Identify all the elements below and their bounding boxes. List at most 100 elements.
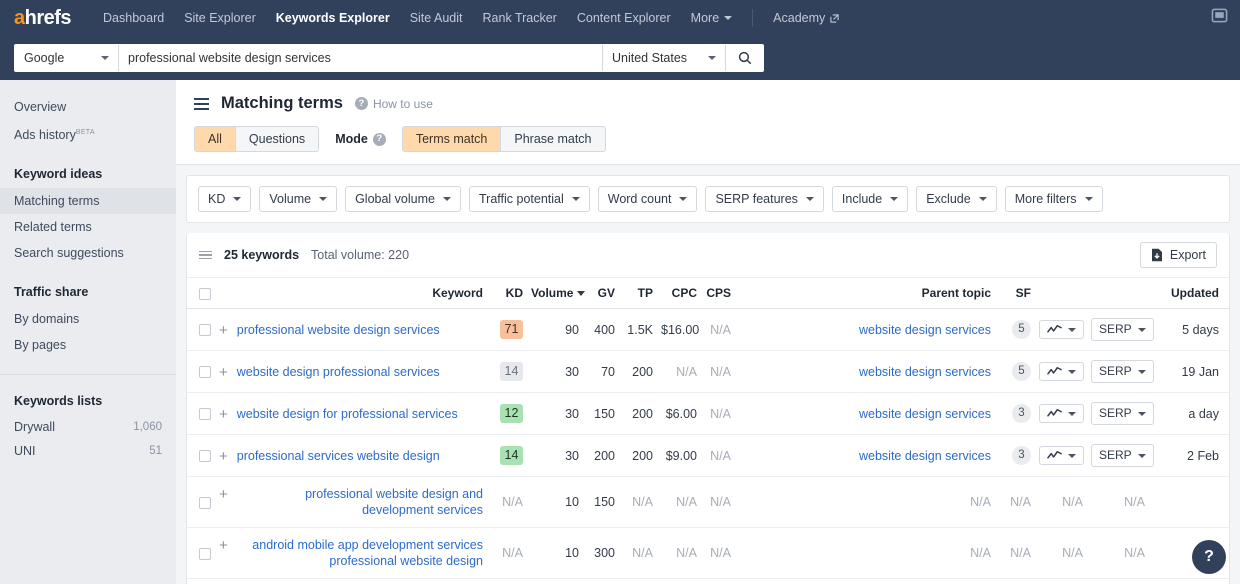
refresh-cell [1223,434,1229,477]
table-row[interactable]: + professional website design and develop… [187,476,1229,528]
table-row[interactable]: + android mobile app development services… [187,527,1229,579]
row-checkbox[interactable] [199,496,211,509]
export-button[interactable]: Export [1139,242,1217,268]
nav-link-dashboard[interactable]: Dashboard [93,11,174,25]
help-button[interactable]: ? [1192,540,1226,574]
col-updated[interactable]: Updated [1149,278,1223,309]
how-to-use-link[interactable]: ? How to use [354,97,433,111]
select-all-checkbox[interactable] [199,287,211,300]
col-parent-topic[interactable]: Parent topic [735,278,995,309]
serp-button[interactable]: SERP [1091,402,1154,425]
table-row[interactable]: + website design professional services 14 3… [187,350,1229,393]
nav-link-rank-tracker[interactable]: Rank Tracker [473,11,567,25]
filter-include[interactable]: Include [831,186,909,212]
filter-bar: KD Volume Global volume Traffic potentia… [186,175,1230,223]
col-tp[interactable]: TP [619,278,657,309]
filter-traffic-potential[interactable]: Traffic potential [468,186,590,212]
nav-link-content-explorer[interactable]: Content Explorer [567,11,681,25]
col-cps[interactable]: CPS [701,278,735,309]
filter-exclude[interactable]: Exclude [916,186,997,212]
add-keyword-icon[interactable]: + [219,487,228,502]
sidebar-item-related-terms[interactable]: Related terms [0,214,176,240]
parent-topic-link[interactable]: website design services [859,323,991,337]
mode-row: All Questions Mode ? Terms match Phrase … [194,126,1222,164]
col-cpc[interactable]: CPC [657,278,701,309]
sparkline-button[interactable] [1039,404,1084,423]
nav-link-site-explorer[interactable]: Site Explorer [174,11,266,25]
sidebar-item-matching-terms[interactable]: Matching terms [0,188,176,215]
tab-phrase-match[interactable]: Phrase match [501,127,605,151]
col-volume[interactable]: Volume [527,278,586,309]
sidebar-toggle-icon[interactable] [194,97,209,110]
kd-badge: 14 [500,446,523,465]
row-checkbox[interactable] [199,324,211,337]
nav-link-keywords-explorer[interactable]: Keywords Explorer [266,11,400,25]
col-keyword[interactable]: Keyword [215,278,487,309]
row-checkbox[interactable] [199,450,211,463]
serp-button[interactable]: SERP [1091,318,1154,341]
row-checkbox[interactable] [199,408,211,421]
nav-link-academy[interactable]: Academy [763,11,849,25]
tab-questions[interactable]: Questions [235,127,319,151]
display-mode-button[interactable] [1211,7,1228,29]
keyword-link[interactable]: professional website design services [237,322,440,338]
row-checkbox[interactable] [199,547,211,560]
table-row[interactable]: +professional wordpress website design s… [187,578,1229,584]
parent-topic-link[interactable]: website design services [859,365,991,379]
table-row[interactable]: + professional website design services 71 9… [187,308,1229,351]
col-sf[interactable]: SF [995,278,1035,309]
filter-more-filters[interactable]: More filters [1004,186,1103,212]
filter-kd[interactable]: KD [198,186,252,212]
search-engine-select[interactable]: Google [15,45,119,71]
chevron-down-icon [101,56,109,60]
keyword-link[interactable]: website design professional services [237,364,440,380]
sf-cell: 3 [995,434,1035,477]
search-input[interactable] [119,45,602,71]
tab-all[interactable]: All [195,127,236,151]
filter-word-count[interactable]: Word count [597,186,698,212]
sidebar-item-list-uni[interactable]: UNI 51 [0,439,176,463]
cps-cell: N/A [701,434,735,477]
keyword-link[interactable]: professional website design and developm… [237,486,483,518]
sidebar-item-search-suggestions[interactable]: Search suggestions [0,240,176,266]
sparkline-button[interactable] [1039,362,1084,381]
add-keyword-icon[interactable]: + [219,365,228,380]
keyword-cell: + professional website design and develop… [215,476,487,528]
refresh-cell [1223,578,1229,584]
filter-global-volume[interactable]: Global volume [345,186,461,212]
sparkline-button[interactable] [1039,446,1084,465]
filter-volume[interactable]: Volume [259,186,338,212]
sidebar-item-ads-history[interactable]: Ads historyBETA [0,120,176,148]
nav-link-site-audit[interactable]: Site Audit [400,11,473,25]
country-select[interactable]: United States [602,45,725,71]
add-keyword-icon[interactable]: + [219,449,228,464]
sidebar-item-overview[interactable]: Overview [0,94,176,120]
tab-terms-match[interactable]: Terms match [402,127,502,151]
add-keyword-icon[interactable]: + [219,323,228,338]
serp-button[interactable]: SERP [1091,360,1154,383]
nav-link-more[interactable]: More [681,11,742,25]
column-settings-icon[interactable] [199,250,212,260]
table-row[interactable]: + website design for professional service… [187,392,1229,435]
parent-topic-link[interactable]: website design services [859,407,991,421]
sidebar-item-list-drywall[interactable]: Drywall 1,060 [0,415,176,439]
sparkline-button[interactable] [1039,320,1084,339]
ahrefs-logo[interactable]: ahrefs [14,8,72,28]
col-gv[interactable]: GV [583,278,619,309]
col-kd[interactable]: KD [487,278,527,309]
filter-serp-features[interactable]: SERP features [705,186,824,212]
row-checkbox[interactable] [199,366,211,379]
table-row[interactable]: + professional services website design 14 3… [187,434,1229,477]
add-keyword-icon[interactable]: + [219,538,228,553]
question-mark-icon: ? [354,97,368,110]
serp-button[interactable]: SERP [1091,444,1154,467]
sidebar-item-by-pages[interactable]: By pages [0,332,176,358]
add-keyword-icon[interactable]: + [219,407,228,422]
sidebar-item-by-domains[interactable]: By domains [0,306,176,332]
parent-topic-link[interactable]: website design services [859,449,991,463]
keyword-link[interactable]: professional services website design [237,448,440,464]
keyword-link[interactable]: android mobile app development services … [237,537,483,569]
search-submit-button[interactable] [725,45,763,71]
keyword-link[interactable]: website design for professional services [237,406,458,422]
question-mark-icon[interactable]: ? [372,132,386,146]
